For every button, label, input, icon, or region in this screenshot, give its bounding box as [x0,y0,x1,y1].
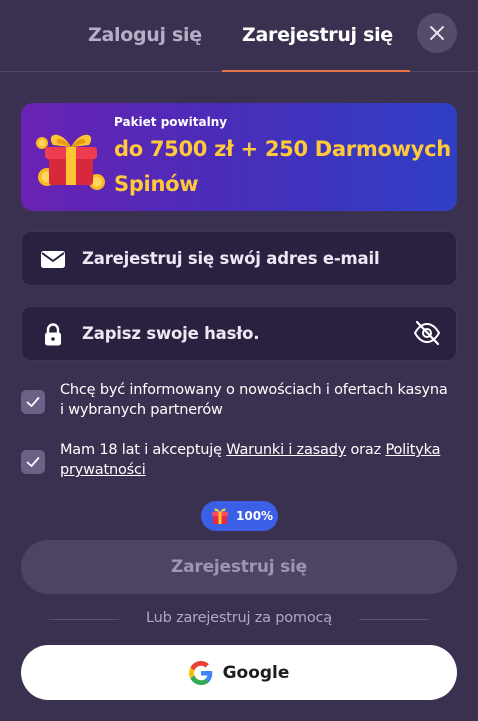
email-input[interactable] [82,232,412,285]
google-button-label: Google [222,662,290,683]
active-tab-underline [222,70,410,72]
divider-line-right [359,619,429,620]
terms-link[interactable]: Warunki i zasady [226,442,346,458]
terms-consent-text: Mam 18 lat i akceptuję Warunki i zasady … [60,440,450,480]
newsletter-consent-text: Chcę być informowany o nowościach i ofer… [60,382,448,418]
terms-text-middle: oraz [346,442,386,458]
newsletter-checkbox[interactable] [21,390,45,414]
google-logo-icon [188,660,212,685]
auth-header: Zaloguj się Zarejestruj się [0,0,478,72]
tab-login[interactable]: Zaloguj się [88,24,202,46]
close-button[interactable] [417,13,457,53]
welcome-promo-banner[interactable]: Pakiet powitalny do 7500 zł + 250 Darmow… [21,103,457,211]
email-field-container [21,231,457,286]
gift-icon [36,134,105,190]
tab-register[interactable]: Zarejestruj się [242,24,393,46]
checkmark-icon [26,397,40,407]
bonus-percent: 100% [236,509,274,523]
alt-signup-divider-text: Lub zarejestruj za pomocą [146,610,332,626]
promo-subtitle: Pakiet powitalny [114,115,228,129]
terms-text-before: Mam 18 lat i akceptuję [60,442,227,458]
lock-icon [45,323,61,346]
register-submit-button[interactable]: Zarejestruj się [21,540,457,594]
google-signup-button[interactable]: Google [21,645,457,700]
terms-checkbox[interactable] [21,450,45,474]
password-input[interactable] [82,307,412,360]
gift-icon [212,508,228,524]
checkmark-icon [26,457,40,467]
promo-title: do 7500 zł + 250 Darmowych Spinów [114,137,451,196]
envelope-icon [41,251,65,268]
password-field-container [21,306,457,361]
close-icon [430,26,444,40]
eye-off-icon[interactable] [413,319,441,347]
bonus-badge: 100% [201,501,278,531]
divider-line-left [49,619,119,620]
